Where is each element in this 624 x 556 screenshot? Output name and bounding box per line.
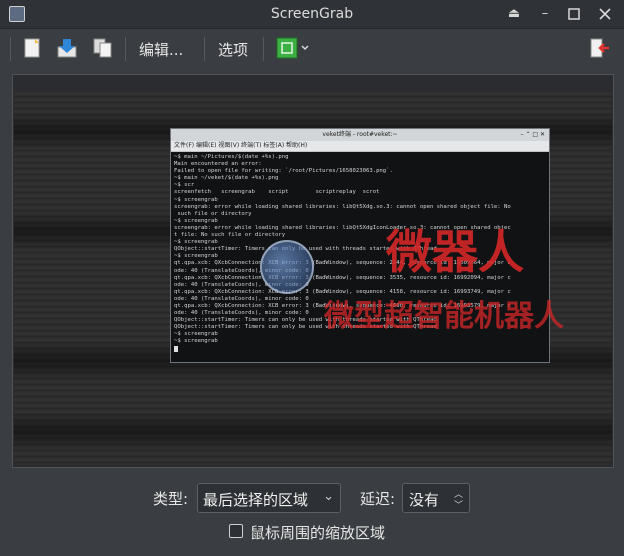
title-bar: ScreenGrab ⏏ – xyxy=(0,0,624,29)
exit-icon xyxy=(590,38,609,58)
toolbar-separator xyxy=(263,37,264,61)
copy-icon xyxy=(93,38,112,58)
terminal-line: ~$ screengrab xyxy=(174,196,218,203)
upload-icon xyxy=(276,37,309,59)
capture-type-value: 最后选择的区域 xyxy=(203,491,309,509)
terminal-window-controls: – ⌃ □ ✕ xyxy=(520,131,545,138)
watermark-small: 微型超智能机器人 xyxy=(324,299,564,334)
new-screenshot-button[interactable] xyxy=(22,37,44,59)
spin-down-icon[interactable]: ﹀ xyxy=(454,498,463,511)
terminal-line: Main encountered an error: xyxy=(174,161,262,168)
delay-label: 延迟: xyxy=(360,490,396,508)
save-button[interactable] xyxy=(56,37,78,59)
keep-above-icon[interactable]: ⏏ xyxy=(505,5,523,23)
copy-button[interactable] xyxy=(92,37,114,59)
save-icon xyxy=(57,39,77,58)
close-icon xyxy=(599,8,611,20)
terminal-cursor xyxy=(174,345,178,352)
window-title: ScreenGrab xyxy=(270,6,354,22)
toolbar-separator xyxy=(204,37,205,61)
minimize-button[interactable]: – xyxy=(536,5,554,23)
terminal-titlebar: veket终端 - root#veket:~ – ⌃ □ ✕ xyxy=(171,129,549,141)
edit-menu-button[interactable]: 编辑... xyxy=(139,39,183,60)
toolbar: 编辑... 选项 xyxy=(0,29,624,67)
terminal-line: ~$ main ~/veket/$(date +%s).png xyxy=(174,175,279,182)
new-document-icon xyxy=(24,38,40,58)
toolbar-grip xyxy=(10,37,11,61)
maximize-button[interactable] xyxy=(565,5,583,23)
preview-image: veket终端 - root#veket:~ – ⌃ □ ✕ 文件(F) 编辑(… xyxy=(14,91,612,465)
terminal-line: ~$ scr xyxy=(174,182,195,189)
exit-button[interactable] xyxy=(588,37,610,59)
toolbar-separator xyxy=(125,37,126,61)
maximize-icon xyxy=(568,8,580,20)
globe-logo xyxy=(260,240,314,294)
terminal-line: ~$ screengrab xyxy=(174,338,218,345)
options-button[interactable]: 选项 xyxy=(218,39,248,60)
terminal-title: veket终端 - root#veket:~ xyxy=(322,131,398,138)
capture-type-select[interactable]: 最后选择的区域 ⌄ xyxy=(197,483,341,513)
terminal-menubar: 文件(F) 编辑(E) 视图(V) 终端(T) 标签(A) 帮助(H) xyxy=(171,141,549,152)
terminal-line: ode: 40 (TranslateCoords), minor code: 0 xyxy=(174,281,309,288)
type-label: 类型: xyxy=(153,490,189,508)
zoom-area-label: 鼠标周围的缩放区域 xyxy=(250,524,386,542)
delay-value: 没有 xyxy=(409,491,440,509)
chevron-down-icon: ⌄ xyxy=(323,489,334,504)
terminal-line: Failed to open file for writing: `/root/… xyxy=(174,168,393,175)
terminal-line: screenfetch screengrab script scriptrepl… xyxy=(174,189,380,196)
screenshot-preview: veket终端 - root#veket:~ – ⌃ □ ✕ 文件(F) 编辑(… xyxy=(12,74,614,468)
delay-spinbox[interactable]: 没有 ︿ ﹀ xyxy=(402,483,470,513)
zoom-area-checkbox[interactable] xyxy=(229,524,243,538)
options-panel: 类型: 最后选择的区域 ⌄ 延迟: 没有 ︿ ﹀ 鼠标周围的缩放区域 xyxy=(0,476,624,556)
terminal-line: screengrab: error while loading shared l… xyxy=(174,203,511,210)
terminal-line: ~$ main ~/Pictures/$(date +%s).png xyxy=(174,154,289,160)
close-button[interactable] xyxy=(596,5,614,23)
watermark-large: 微器人 xyxy=(386,225,524,279)
upload-dropdown-button[interactable] xyxy=(276,37,310,59)
